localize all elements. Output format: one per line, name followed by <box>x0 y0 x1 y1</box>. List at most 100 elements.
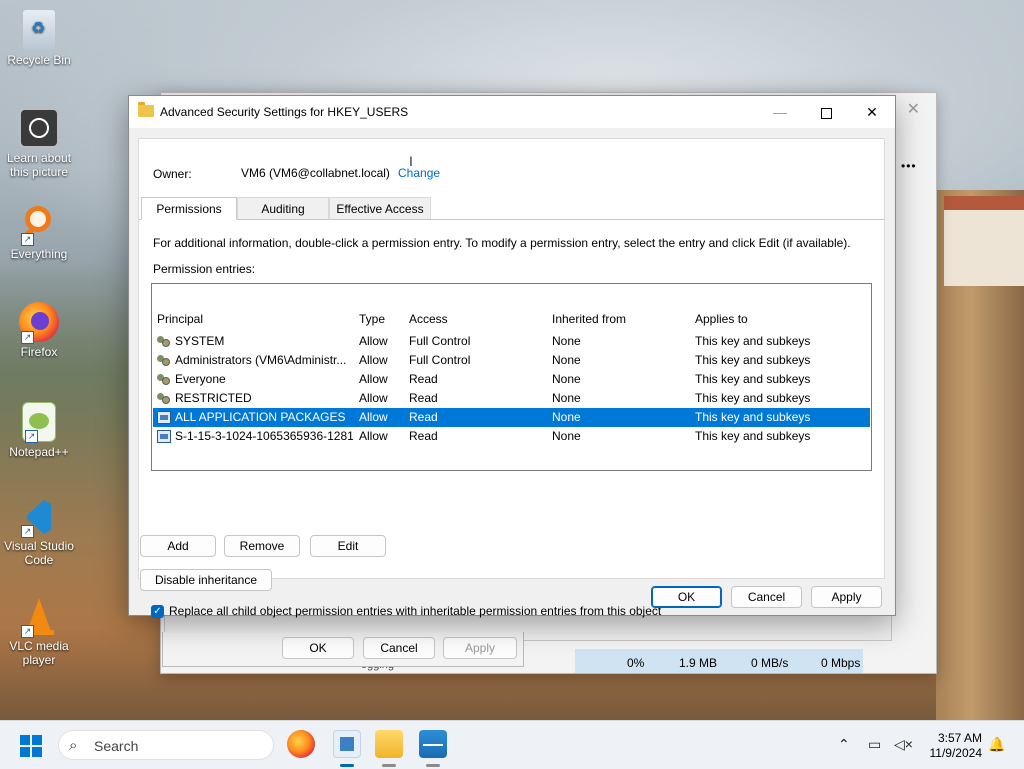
dialog-titlebar[interactable]: Advanced Security Settings for HKEY_USER… <box>129 96 895 128</box>
column-header-inherited-from[interactable]: Inherited from <box>552 312 626 326</box>
users-icon <box>157 335 171 348</box>
cell-inherited-from: None <box>552 429 581 443</box>
cell-type: Allow <box>359 353 388 367</box>
cancel-button[interactable]: Cancel <box>731 586 802 608</box>
taskbar-running-indicator <box>382 764 396 767</box>
desktop-icon-label: Everything <box>10 247 68 261</box>
desktop-icon-label: Learn about this picture <box>6 151 72 179</box>
table-row[interactable]: S-1-15-3-1024-1065365936-1281... Allow Rea… <box>153 427 870 446</box>
desktop-icon-vscode[interactable]: ↗ Visual Studio Code <box>1 496 77 567</box>
notepadpp-icon: ↗ <box>22 402 56 443</box>
volume-mute-icon[interactable]: ◁× <box>894 736 913 753</box>
table-row[interactable]: Administrators (VM6\Administr... Allow Ful… <box>153 351 870 370</box>
cell-inherited-from: None <box>552 334 581 348</box>
cell-applies-to: This key and subkeys <box>695 334 811 348</box>
maximize-button[interactable] <box>803 96 849 128</box>
chevron-up-icon[interactable]: ⌃ <box>838 736 850 753</box>
users-icon <box>157 373 171 386</box>
perf-row <box>575 649 863 673</box>
desktop-icon-recycle-bin[interactable]: ♻ Recycle Bin <box>1 10 77 67</box>
firefox-icon: ↗ <box>19 302 59 344</box>
close-button[interactable]: ✕ <box>849 96 895 128</box>
cell-applies-to: This key and subkeys <box>695 410 811 424</box>
package-icon <box>157 411 171 424</box>
permission-entries-label: Permission entries: <box>153 262 256 276</box>
notification-bell-icon[interactable]: 🔔 <box>988 736 1005 753</box>
magnifier-icon: ↗ <box>19 204 59 246</box>
add-button[interactable]: Add <box>140 535 216 557</box>
users-icon <box>157 392 171 405</box>
cell-principal: RESTRICTED <box>175 391 252 405</box>
table-row[interactable]: RESTRICTED Allow Read None This key and subk… <box>153 389 870 408</box>
owner-label: Owner: <box>153 167 192 181</box>
dialog-content: Owner: VM6 (VM6@collabnet.local) Change … <box>138 138 885 618</box>
start-button[interactable] <box>20 735 42 757</box>
vlc-cone-icon: ↗ <box>19 596 59 638</box>
table-row[interactable]: Everyone Allow Read None This key and subkey… <box>153 370 870 389</box>
back-apply-button[interactable]: Apply <box>443 637 517 659</box>
maximize-icon <box>820 107 832 119</box>
more-options-icon[interactable]: ••• <box>901 159 917 173</box>
desktop-icon-firefox[interactable]: ↗ Firefox <box>1 302 77 359</box>
tab-effective-access[interactable]: Effective Access <box>329 197 431 219</box>
table-row[interactable]: SYSTEM Allow Full Control None This key and … <box>153 332 870 351</box>
users-icon <box>157 354 171 367</box>
advanced-security-settings-dialog[interactable]: Advanced Security Settings for HKEY_USER… <box>128 95 896 618</box>
cell-applies-to: This key and subkeys <box>695 391 811 405</box>
cell-access: Read <box>409 372 438 386</box>
desktop-icon-label: Notepad++ <box>9 445 69 459</box>
desktop-icon-vlc[interactable]: ↗ VLC media player <box>1 596 77 667</box>
taskbar-file-explorer-icon[interactable] <box>375 730 403 758</box>
column-header-applies-to[interactable]: Applies to <box>695 312 748 326</box>
change-owner-link[interactable]: Change <box>398 166 440 180</box>
perf-disk: 0 MB/s <box>751 656 789 670</box>
minimize-button[interactable]: — <box>757 96 803 128</box>
replace-permissions-checkbox[interactable]: ✓ <box>151 605 164 618</box>
column-header-type[interactable]: Type <box>359 312 385 326</box>
tab-auditing[interactable]: Auditing <box>237 197 329 219</box>
owner-value: VM6 (VM6@collabnet.local) <box>241 166 390 180</box>
table-row[interactable]: ALL APPLICATION PACKAGES Allow Read None Thi… <box>153 408 870 427</box>
clock[interactable]: 3:57 AM 11/9/2024 <box>922 731 983 761</box>
remove-button[interactable]: Remove <box>224 535 300 557</box>
back-cancel-button[interactable]: Cancel <box>363 637 435 659</box>
cell-applies-to: This key and subkeys <box>695 372 811 386</box>
network-icon[interactable]: ▭ <box>868 736 881 753</box>
cell-access: Read <box>409 391 438 405</box>
column-header-principal[interactable]: Principal <box>157 312 203 326</box>
ok-button[interactable]: OK <box>651 586 722 608</box>
desktop-icon-label: Recycle Bin <box>7 53 71 67</box>
recycle-bin-icon: ♻ <box>23 10 55 50</box>
package-icon <box>157 430 171 443</box>
back-ok-button[interactable]: OK <box>282 637 354 659</box>
cell-principal: ALL APPLICATION PACKAGES <box>175 410 346 424</box>
taskbar-regedit-icon[interactable] <box>333 730 361 758</box>
cell-access: Full Control <box>409 334 471 348</box>
tab-permissions[interactable]: Permissions <box>141 197 237 220</box>
cell-principal: Everyone <box>175 372 226 386</box>
desktop-icon-learn-about-picture[interactable]: Learn about this picture <box>1 108 77 179</box>
permission-entries-list[interactable]: Principal Type Access Inherited from App… <box>151 283 872 471</box>
info-text: For additional information, double-click… <box>153 236 851 250</box>
perf-cpu: 0% <box>627 656 645 670</box>
desktop-icon-everything[interactable]: ↗ Everything <box>1 204 77 261</box>
cell-access: Read <box>409 429 438 443</box>
apply-button[interactable]: Apply <box>811 586 882 608</box>
replace-permissions-label[interactable]: Replace all child object permission entr… <box>169 604 661 618</box>
disable-inheritance-button[interactable]: Disable inheritance <box>140 569 272 591</box>
column-header-access[interactable]: Access <box>409 312 448 326</box>
taskbar-running-indicator <box>426 764 440 767</box>
list-header: Principal Type Access Inherited from App… <box>152 312 871 330</box>
taskbar-search[interactable]: ⌕ Search <box>58 730 274 760</box>
taskbar-active-indicator <box>340 764 354 767</box>
back-window-close-icon[interactable]: ✕ <box>907 99 920 119</box>
cell-applies-to: This key and subkeys <box>695 353 811 367</box>
cell-inherited-from: None <box>552 353 581 367</box>
cell-type: Allow <box>359 429 388 443</box>
taskbar: ⌕ Search ⌃ ▭ ◁× 3:57 AM 11/9/2024 🔔 <box>0 720 1024 769</box>
cell-principal: Administrators (VM6\Administr... <box>175 353 347 367</box>
desktop-icon-notepadpp[interactable]: ↗ Notepad++ <box>1 402 77 459</box>
edit-button[interactable]: Edit <box>310 535 386 557</box>
taskbar-task-manager-icon[interactable] <box>419 730 447 758</box>
taskbar-firefox-icon[interactable] <box>287 730 315 758</box>
